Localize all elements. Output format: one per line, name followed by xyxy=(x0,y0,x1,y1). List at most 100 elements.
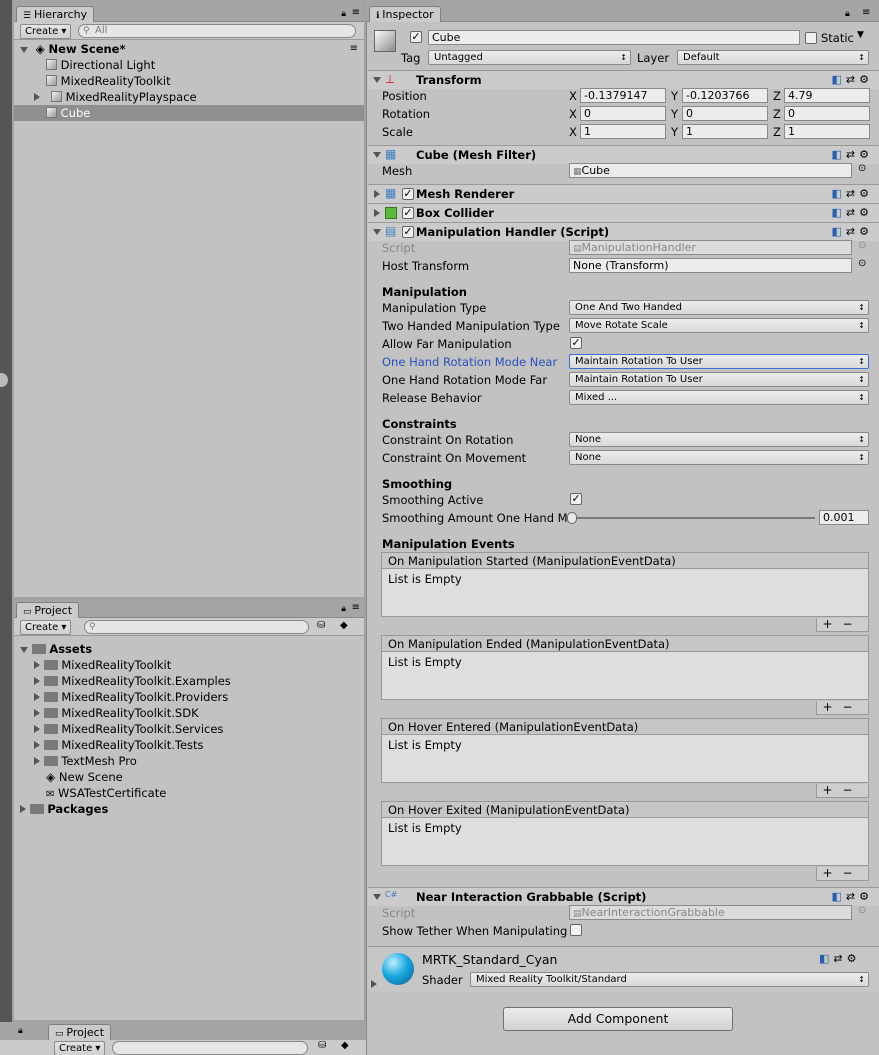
expand-triangle-icon[interactable] xyxy=(34,93,40,101)
collapse-triangle-icon[interactable] xyxy=(20,47,28,53)
project-asset-row[interactable]: ✉ WSATestCertificate xyxy=(46,785,166,801)
lock-icon[interactable]: 🔒︎ xyxy=(18,1026,23,1036)
rotation-z-field[interactable]: 0 xyxy=(784,106,870,121)
preset-icon[interactable]: ⇄ xyxy=(846,187,859,200)
layer-dropdown[interactable]: Default xyxy=(677,50,869,65)
two-handed-dropdown[interactable]: Move Rotate Scale xyxy=(569,318,869,333)
panel-menu-icon[interactable]: ≡ xyxy=(352,7,360,18)
filter-type-icon[interactable]: ⛁ xyxy=(317,620,325,631)
preset-icon[interactable]: ⇄ xyxy=(846,73,859,86)
project-folder-row[interactable]: MixedRealityToolkit.Providers xyxy=(34,689,228,705)
collapse-triangle-icon[interactable] xyxy=(373,894,381,900)
manipulation-type-dropdown[interactable]: One And Two Handed xyxy=(569,300,869,315)
scale-z-field[interactable]: 1 xyxy=(784,124,870,139)
tab-hierarchy[interactable]: ☰ Hierarchy xyxy=(16,6,95,22)
mesh-renderer-enabled-checkbox[interactable]: ✓ xyxy=(402,188,414,200)
packages-folder-row[interactable]: Packages xyxy=(20,801,108,817)
active-checkbox[interactable]: ✓ xyxy=(410,31,422,43)
expand-triangle-icon[interactable] xyxy=(20,805,26,813)
bottom-create-button[interactable]: Create ▾ xyxy=(54,1041,106,1055)
event-add-remove-buttons[interactable]: +− xyxy=(816,618,869,632)
mesh-object-field[interactable]: ▦Cube xyxy=(569,163,852,178)
host-transform-field[interactable]: None (Transform) xyxy=(569,258,852,273)
manipulation-handler-enabled-checkbox[interactable]: ✓ xyxy=(402,226,414,238)
expand-triangle-icon[interactable] xyxy=(34,661,40,669)
lock-icon[interactable]: 🔒︎ xyxy=(341,604,346,614)
gear-icon[interactable]: ⚙ xyxy=(859,890,873,903)
box-collider-enabled-checkbox[interactable]: ✓ xyxy=(402,207,414,219)
collapse-triangle-icon[interactable] xyxy=(373,77,381,83)
gear-icon[interactable]: ⚙ xyxy=(859,73,873,86)
lock-icon[interactable]: 🔒︎ xyxy=(341,9,346,19)
smoothing-slider-thumb[interactable] xyxy=(567,512,577,524)
smoothing-active-checkbox[interactable]: ✓ xyxy=(570,493,582,505)
preset-icon[interactable]: ⇄ xyxy=(846,206,859,219)
expand-triangle-icon[interactable] xyxy=(34,693,40,701)
expand-triangle-icon[interactable] xyxy=(34,677,40,685)
hierarchy-search-input[interactable]: ⚲ All xyxy=(78,24,356,38)
release-behavior-dropdown[interactable]: Mixed ... xyxy=(569,390,869,405)
project-search-input[interactable]: ⚲ xyxy=(84,620,309,634)
expand-triangle-icon[interactable] xyxy=(34,725,40,733)
help-icon[interactable]: ◧ xyxy=(832,225,846,238)
help-icon[interactable]: ◧ xyxy=(819,952,833,965)
expand-triangle-icon[interactable] xyxy=(374,209,380,217)
help-icon[interactable]: ◧ xyxy=(832,148,846,161)
static-dropdown-icon[interactable]: ▼ xyxy=(857,30,864,40)
object-name-input[interactable]: Cube xyxy=(428,30,800,45)
filter-type-icon[interactable]: ⛁ xyxy=(318,1040,326,1051)
help-icon[interactable]: ◧ xyxy=(832,206,846,219)
scale-x-field[interactable]: 1 xyxy=(580,124,666,139)
static-checkbox[interactable] xyxy=(805,32,817,44)
project-asset-row[interactable]: ◈ New Scene xyxy=(46,769,123,785)
assets-folder-row[interactable]: Assets xyxy=(20,641,92,657)
scale-y-field[interactable]: 1 xyxy=(682,124,768,139)
preset-icon[interactable]: ⇄ xyxy=(833,952,846,965)
preset-icon[interactable]: ⇄ xyxy=(846,890,859,903)
scene-row[interactable]: ◈ New Scene* ≡ xyxy=(14,41,364,57)
gear-icon[interactable]: ⚙ xyxy=(859,148,873,161)
gear-icon[interactable]: ⚙ xyxy=(847,952,861,965)
expand-triangle-icon[interactable] xyxy=(34,757,40,765)
hierarchy-item[interactable]: Directional Light xyxy=(46,57,155,73)
bottom-search-input[interactable] xyxy=(112,1041,308,1055)
project-folder-row[interactable]: MixedRealityToolkit xyxy=(34,657,171,673)
event-add-remove-buttons[interactable]: +− xyxy=(816,701,869,715)
filter-label-icon[interactable]: ◆ xyxy=(341,1040,349,1051)
position-z-field[interactable]: 4.79 xyxy=(784,88,870,103)
help-icon[interactable]: ◧ xyxy=(832,187,846,200)
constraint-rotation-dropdown[interactable]: None xyxy=(569,432,869,447)
mesh-filter-header[interactable]: ▦ Cube (Mesh Filter) ◧⇄⚙ xyxy=(368,145,879,164)
help-icon[interactable]: ◧ xyxy=(832,73,846,86)
project-folder-row[interactable]: MixedRealityToolkit.Services xyxy=(34,721,223,737)
rotation-near-dropdown[interactable]: Maintain Rotation To User xyxy=(569,354,869,369)
collapse-triangle-icon[interactable] xyxy=(373,152,381,158)
add-component-button[interactable]: Add Component xyxy=(503,1007,733,1031)
preset-icon[interactable]: ⇄ xyxy=(846,225,859,238)
smoothing-slider-track[interactable] xyxy=(572,517,815,519)
tab-inspector[interactable]: ℹ Inspector xyxy=(369,6,441,22)
project-folder-row[interactable]: TextMesh Pro xyxy=(34,753,137,769)
object-picker-icon[interactable]: ⊙ xyxy=(858,163,866,174)
tab-project-bottom[interactable]: ▭ Project xyxy=(48,1024,112,1040)
project-folder-row[interactable]: MixedRealityToolkit.Examples xyxy=(34,673,231,689)
near-interaction-header[interactable]: C# Near Interaction Grabbable (Script) ◧… xyxy=(368,887,879,906)
filter-label-icon[interactable]: ◆ xyxy=(340,620,348,631)
allow-far-checkbox[interactable]: ✓ xyxy=(570,337,582,349)
project-folder-row[interactable]: MixedRealityToolkit.Tests xyxy=(34,737,204,753)
scene-menu-icon[interactable]: ≡ xyxy=(350,41,358,57)
box-collider-header[interactable]: ✓ Box Collider ◧⇄⚙ xyxy=(368,203,879,222)
gear-icon[interactable]: ⚙ xyxy=(859,187,873,200)
expand-triangle-icon[interactable] xyxy=(34,709,40,717)
material-foldout-triangle-icon[interactable] xyxy=(371,978,377,991)
transform-header[interactable]: ⟂ Transform ◧⇄⚙ xyxy=(368,70,879,89)
rotation-x-field[interactable]: 0 xyxy=(580,106,666,121)
tag-dropdown[interactable]: Untagged xyxy=(428,50,631,65)
mesh-renderer-header[interactable]: ▦ ✓ Mesh Renderer ◧⇄⚙ xyxy=(368,184,879,203)
event-add-remove-buttons[interactable]: +− xyxy=(816,784,869,798)
manipulation-handler-header[interactable]: ▤ ✓ Manipulation Handler (Script) ◧⇄⚙ xyxy=(368,222,879,241)
help-icon[interactable]: ◧ xyxy=(832,890,846,903)
object-picker-icon[interactable]: ⊙ xyxy=(858,258,866,269)
rotation-y-field[interactable]: 0 xyxy=(682,106,768,121)
panel-menu-icon[interactable]: ≡ xyxy=(352,602,360,613)
